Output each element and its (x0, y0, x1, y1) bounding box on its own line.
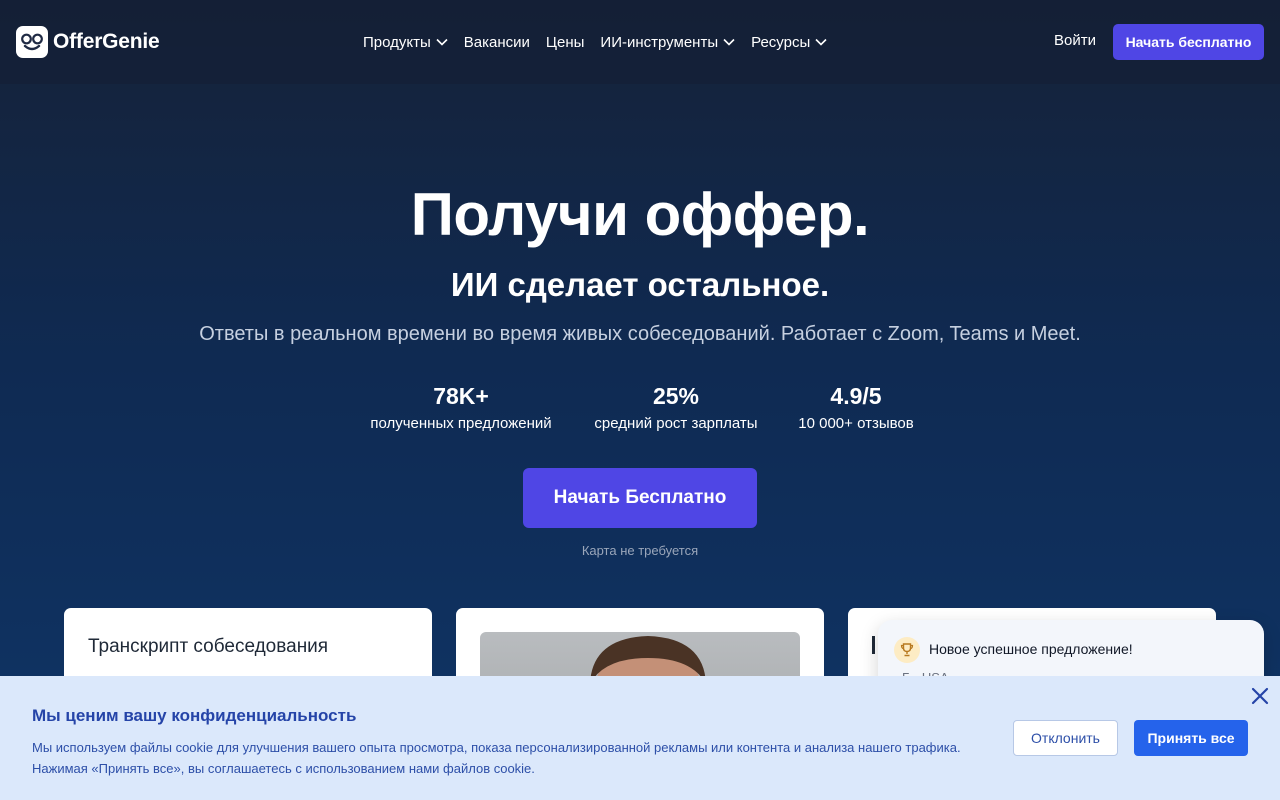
menu-ai-tools-label: ИИ-инструменты (600, 33, 719, 51)
login-link[interactable]: Войти (1054, 32, 1096, 49)
offers-card-title-fragment (872, 636, 875, 654)
menu-products-label: Продукты (363, 33, 431, 51)
transcript-card-title: Транскрипт собеседования (88, 636, 329, 657)
menu-resources-label: Ресурсы (751, 33, 811, 51)
hero-start-free-button[interactable]: Начать Бесплатно (523, 468, 757, 528)
chevron-down-icon (436, 38, 448, 46)
stat-salary-value: 25% (652, 383, 700, 409)
stat-rating-label: 10 000+ отзывов (798, 415, 914, 432)
menu-pricing-label: Цены (545, 33, 585, 51)
genie-face-icon (16, 26, 48, 58)
menu-vacancies[interactable]: Вакансии (464, 30, 530, 54)
top-navbar: OfferGenie Продукты Вакансии Цены ИИ-инс… (0, 0, 1280, 84)
stat-salary: 25% средний рост зарплаты (590, 383, 762, 432)
menu-vacancies-label: Вакансии (463, 33, 530, 51)
stat-offers-label: полученных предложений (370, 415, 552, 432)
stat-rating-value: 4.9/5 (830, 383, 882, 409)
accept-all-cookies-button[interactable]: Принять все (1134, 720, 1248, 756)
hero-description: Ответы в реальном времени во время живых… (199, 323, 1081, 345)
stat-salary-label: средний рост зарплаты (594, 415, 758, 432)
main-menu: Продукты Вакансии Цены ИИ-инструменты Ре… (363, 30, 843, 54)
cookie-text: Мы используем файлы cookie для улучшения… (32, 740, 961, 776)
no-card-note: Карта не требуется (581, 543, 699, 558)
stat-offers: 78K+ полученных предложений (363, 383, 559, 432)
menu-pricing[interactable]: Цены (546, 30, 585, 54)
menu-resources[interactable]: Ресурсы (751, 30, 827, 54)
decline-cookies-button[interactable]: Отклонить (1013, 720, 1118, 756)
toast-title: Новое успешное предложение! (929, 641, 1133, 657)
hero-title: Получи оффер. (410, 181, 870, 248)
start-free-button[interactable]: Начать бесплатно (1113, 24, 1264, 60)
close-icon[interactable] (1250, 686, 1270, 706)
cookie-banner: Мы ценим вашу конфиденциальность Мы испо… (0, 676, 1280, 800)
trophy-icon (894, 637, 920, 663)
menu-products[interactable]: Продукты (363, 30, 448, 54)
chevron-down-icon (723, 38, 735, 46)
menu-ai-tools[interactable]: ИИ-инструменты (600, 30, 735, 54)
stat-rating: 4.9/5 10 000+ отзывов (794, 383, 918, 432)
brand-name: OfferGenie (53, 30, 160, 53)
hero-subtitle: ИИ сделает остальное. (450, 266, 830, 303)
chevron-down-icon (815, 38, 827, 46)
brand-logo[interactable]: OfferGenie (16, 26, 160, 58)
stat-offers-value: 78K+ (433, 383, 489, 409)
cookie-title: Мы ценим вашу конфиденциальность (32, 706, 357, 725)
stats-row: 78K+ полученных предложений 25% средний … (0, 383, 1280, 443)
